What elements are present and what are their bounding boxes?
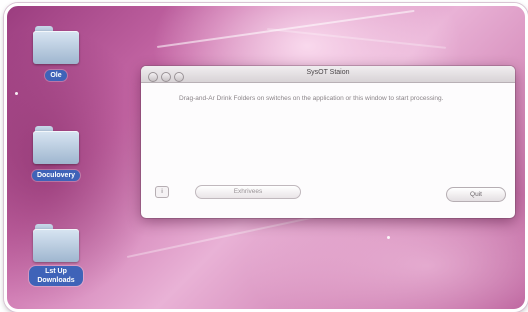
archives-popup-button[interactable]: Exhrivees (195, 185, 301, 199)
desktop-icon-ole[interactable]: Ole (21, 26, 91, 82)
wallpaper-streak (266, 28, 447, 49)
instruction-text: Drag-and-Ar Drink Folders on switches on… (179, 95, 444, 102)
desktop-icon-doculovery[interactable]: Doculovery (21, 126, 91, 182)
desktop-icon-label: Lst Up Downloads (29, 266, 83, 286)
info-button[interactable]: i (155, 186, 169, 198)
folder-icon (33, 126, 79, 164)
window-title: SysOT Staion (306, 69, 350, 76)
wallpaper-sparkle (15, 92, 18, 95)
desktop-icon-downloads[interactable]: Lst Up Downloads (21, 224, 91, 287)
desktop-screen: Ole Doculovery Lst Up Downloads SysOT St… (4, 3, 528, 312)
quit-button[interactable]: Quit (446, 187, 506, 202)
app-window: SysOT Staion Drag-and-Ar Drink Folders o… (141, 66, 515, 218)
folder-icon (33, 224, 79, 262)
wallpaper-streak (156, 9, 415, 48)
wallpaper-sparkle (387, 236, 390, 239)
title-bar[interactable]: SysOT Staion (141, 66, 515, 83)
desktop-icon-label: Ole (45, 70, 67, 81)
folder-icon (33, 26, 79, 64)
desktop-icon-label: Doculovery (31, 170, 81, 181)
